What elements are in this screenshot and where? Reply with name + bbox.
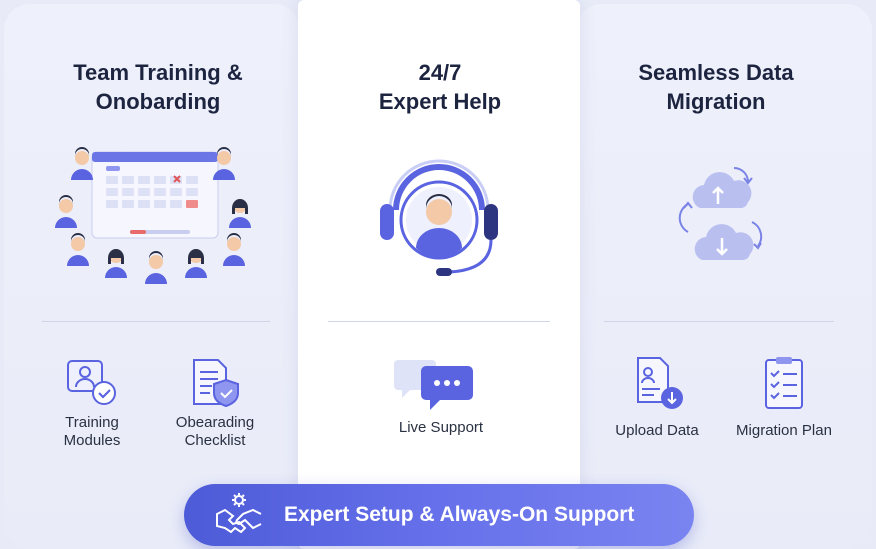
expert-help-title: 24/7 Expert Help: [310, 58, 570, 116]
team-training-title-line2: Onobarding: [95, 89, 221, 114]
handshake-gear-icon: [216, 493, 262, 534]
training-modules-icon: [67, 360, 116, 405]
data-migration-title-line1: Seamless Data: [638, 60, 794, 85]
onboarding-checklist-label-line1: Obearading: [175, 414, 255, 431]
team-training-title: Team Training & Onobarding: [28, 58, 288, 116]
team-calendar-icon: [55, 147, 251, 284]
data-migration-title-line2: Migration: [666, 89, 766, 114]
data-migration-title: Seamless Data Migration: [586, 58, 846, 116]
live-support-label: Live Support: [398, 419, 484, 436]
upload-data-label: Upload Data: [615, 422, 699, 439]
upload-document-icon: [637, 357, 683, 409]
training-modules-label-line1: Training: [65, 414, 119, 431]
expert-setup-banner: Expert Setup & Always-On Support: [184, 484, 694, 546]
banner-text: Expert Setup & Always-On Support: [284, 503, 635, 526]
expert-help-title-line2: Expert Help: [378, 89, 502, 114]
expert-help-title-line1: 24/7: [418, 60, 462, 85]
onboarding-checklist-label-line2: Checklist: [184, 432, 246, 449]
right-divider: [604, 321, 834, 322]
center-divider: [328, 321, 550, 322]
chat-bubble-icon: [394, 360, 473, 410]
onboarding-checklist-label: Obearading Checklist: [164, 414, 266, 450]
migration-plan-icon: [765, 357, 803, 409]
headset-agent-icon: [380, 159, 498, 276]
onboarding-checklist-icon: [193, 359, 239, 408]
training-modules-label-line2: Modules: [63, 432, 121, 449]
left-divider: [42, 321, 270, 322]
training-modules-label: Training Modules: [42, 414, 142, 450]
cloud-sync-icon: [678, 167, 763, 260]
migration-plan-label: Migration Plan: [736, 422, 832, 439]
team-training-title-line1: Team Training &: [73, 60, 243, 85]
